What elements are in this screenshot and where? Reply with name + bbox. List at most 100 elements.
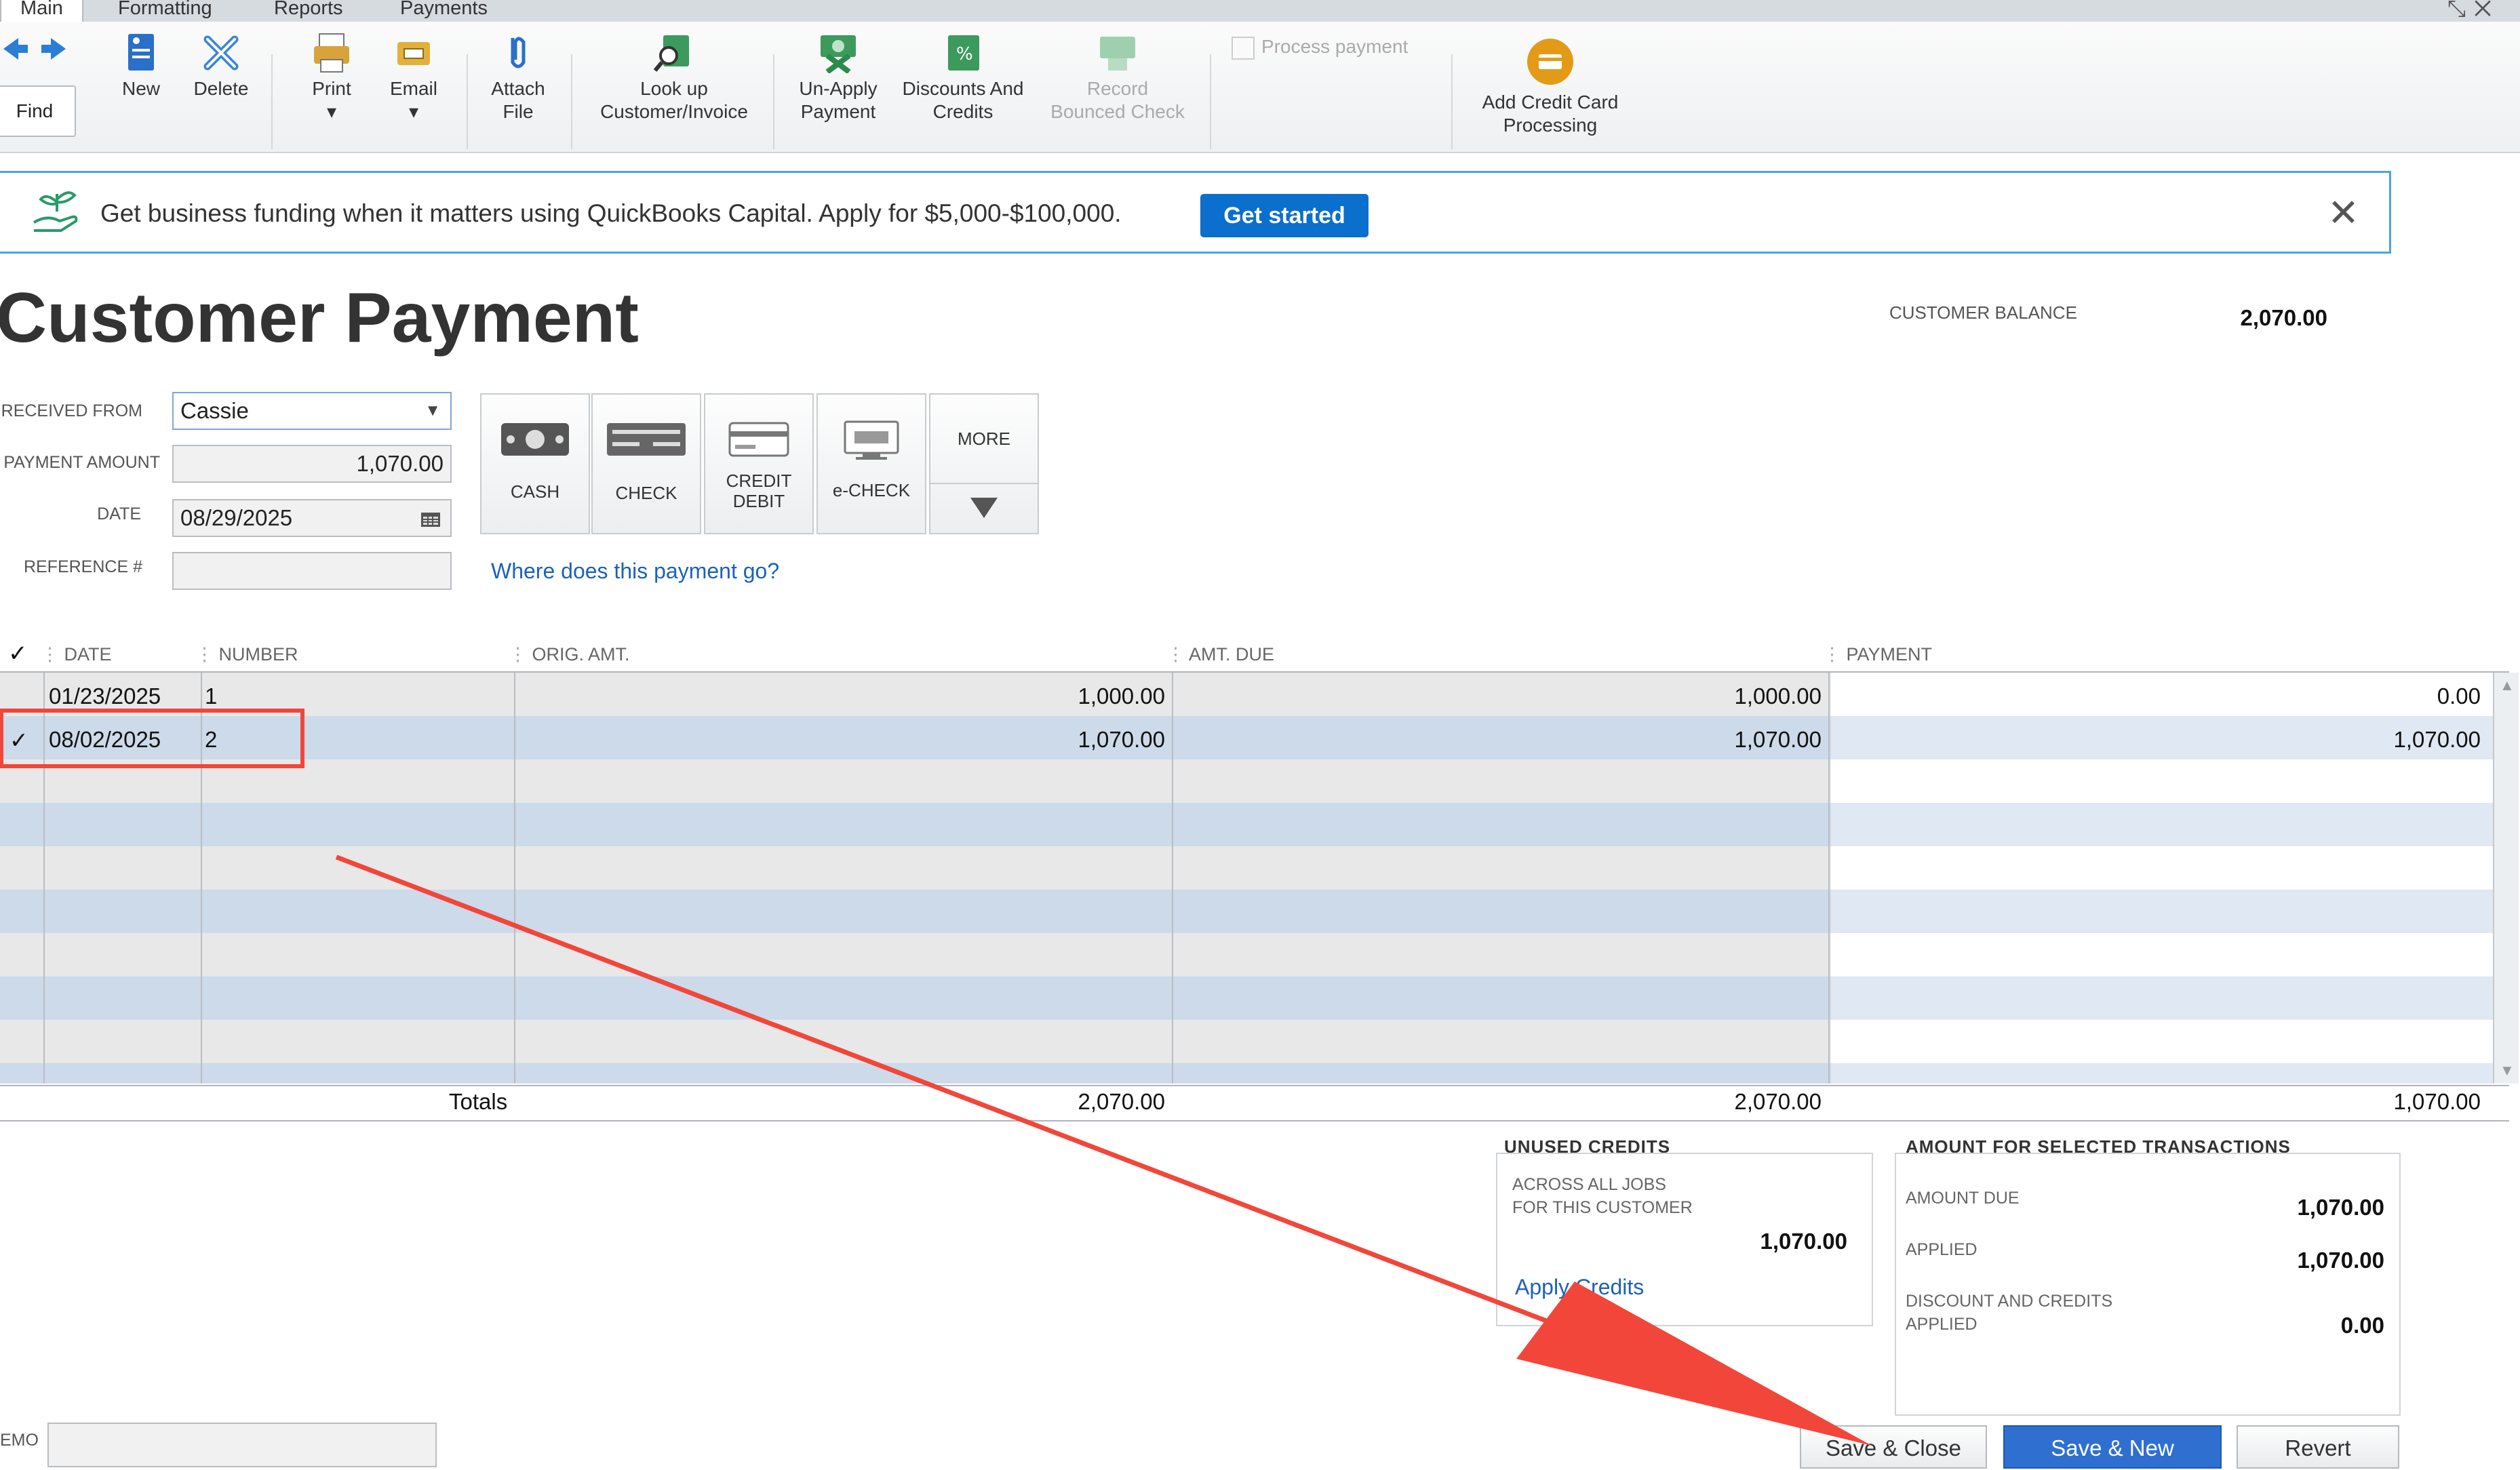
grid-scrollbar[interactable]: ▲ ▼ xyxy=(2493,673,2519,1084)
email-dropdown-icon[interactable]: ▾ xyxy=(409,101,418,122)
tab-main[interactable]: Main xyxy=(0,0,83,22)
toolbar: Find New Delete Print ▾ Email ▾ Attach File… xyxy=(0,22,2520,153)
tab-formatting[interactable]: Formatting xyxy=(99,0,231,22)
save-new-button[interactable]: Save & New xyxy=(2003,1425,2222,1469)
toolbar-separator xyxy=(271,54,273,149)
find-button[interactable]: Find xyxy=(0,85,76,137)
row-check[interactable]: ✓ xyxy=(9,727,28,753)
more-dropdown[interactable] xyxy=(930,483,1038,536)
save-close-button[interactable]: Save & Close xyxy=(1800,1425,1987,1469)
reference-field[interactable] xyxy=(172,552,452,590)
memo-label: EMO xyxy=(0,1431,39,1450)
payment-amount-value: 1,070.00 xyxy=(356,451,444,476)
payment-amount-field[interactable]: 1,070.00 xyxy=(172,445,452,483)
memo-field[interactable] xyxy=(47,1423,437,1467)
close-window-icon[interactable]: ✕ xyxy=(2474,0,2500,22)
discount-value: 0.00 xyxy=(2340,1313,2384,1338)
payment-method-more[interactable]: MORE xyxy=(929,393,1039,534)
record-bounced-check-button[interactable]: Record Bounced Check xyxy=(1042,33,1194,123)
process-payment-checkbox[interactable] xyxy=(1232,36,1255,60)
row-orig-amt: 1,000.00 xyxy=(1078,683,1165,709)
tab-payments[interactable]: Payments xyxy=(381,0,507,22)
header-number-label: NUMBER xyxy=(218,644,298,664)
toolbar-separator xyxy=(571,54,572,149)
row-payment-value[interactable]: 1,070.00 xyxy=(1831,727,2481,753)
payment-method-credit-debit[interactable]: CREDIT DEBIT xyxy=(704,393,814,534)
new-label: New xyxy=(121,78,160,99)
tab-label: Payments xyxy=(400,0,488,19)
tab-label: Reports xyxy=(274,0,343,19)
header-payment[interactable]: ⋮ PAYMENT xyxy=(1823,644,1932,665)
svg-text:%: % xyxy=(956,44,973,64)
header-orig-amt[interactable]: ⋮ ORIG. AMT. xyxy=(509,644,630,665)
echeck-monitor-icon xyxy=(844,420,899,460)
header-check[interactable]: ✓ xyxy=(8,640,28,667)
unapply-payment-button[interactable]: Un-Apply Payment xyxy=(787,33,890,123)
banner-close-icon[interactable]: ✕ xyxy=(2327,191,2359,235)
discounts-label-1: Discounts And xyxy=(902,78,1024,99)
unused-credits-value: 1,070.00 xyxy=(1760,1229,1847,1254)
check-label: CHECK xyxy=(615,483,677,503)
credit-label-2: DEBIT xyxy=(732,491,785,511)
scroll-up-icon[interactable]: ▲ xyxy=(2500,677,2515,694)
row-number: 1 xyxy=(205,683,218,709)
apply-credits-link[interactable]: Apply Credits xyxy=(1515,1275,1644,1300)
header-due-label: AMT. DUE xyxy=(1189,644,1275,664)
header-amt-due[interactable]: ⋮ AMT. DUE xyxy=(1166,644,1274,665)
payment-method-echeck[interactable]: e-CHECK xyxy=(816,393,926,534)
where-does-payment-go-link[interactable]: Where does this payment go? xyxy=(491,559,779,584)
new-button[interactable]: New xyxy=(110,33,172,100)
email-envelope-icon xyxy=(397,42,430,65)
calendar-icon[interactable] xyxy=(420,510,441,528)
window-controls: ⤡✕ xyxy=(2447,0,2500,22)
header-date[interactable]: ⋮ DATE xyxy=(41,644,112,665)
lookup-customer-invoice-button[interactable]: Look up Customer/Invoice xyxy=(593,33,755,123)
unused-credits-label-1: ACROSS ALL JOBS xyxy=(1512,1175,1666,1194)
record-label-1: Record xyxy=(1086,78,1149,99)
payment-method-cash[interactable]: CASH xyxy=(480,393,590,534)
payment-method-check[interactable]: CHECK xyxy=(591,393,701,534)
totals-orig-amt: 2,070.00 xyxy=(1078,1089,1165,1114)
discounts-label-2: Credits xyxy=(932,101,993,122)
nav-arrows[interactable] xyxy=(0,35,72,66)
prev-next-arrows-icon[interactable] xyxy=(1,35,68,62)
triangle-down-icon xyxy=(970,498,998,518)
column-divider xyxy=(43,673,45,1084)
scroll-down-icon[interactable]: ▼ xyxy=(2500,1062,2515,1079)
attach-file-button[interactable]: Attach File xyxy=(483,33,553,123)
email-label: Email xyxy=(389,78,437,99)
process-payment-toggle[interactable]: Process payment xyxy=(1232,35,1435,60)
row-payment-value[interactable]: 0.00 xyxy=(1831,683,2481,709)
date-field[interactable]: 08/29/2025 xyxy=(172,499,452,537)
get-started-button[interactable]: Get started xyxy=(1200,194,1369,237)
tab-reports[interactable]: Reports xyxy=(255,0,362,22)
process-payment-label: Process payment xyxy=(1261,36,1409,57)
totals-amt-due: 2,070.00 xyxy=(1734,1089,1822,1114)
amount-due-label: AMOUNT DUE xyxy=(1906,1189,2020,1208)
credit-label-1: CREDIT xyxy=(726,471,792,491)
header-number[interactable]: ⋮ NUMBER xyxy=(195,644,298,665)
received-from-dropdown[interactable]: Cassie ▼ xyxy=(172,392,452,430)
chevron-down-icon[interactable]: ▼ xyxy=(425,393,441,429)
new-document-icon xyxy=(128,34,154,71)
revert-button[interactable]: Revert xyxy=(2237,1425,2399,1469)
row-number: 2 xyxy=(205,727,218,752)
email-button[interactable]: Email ▾ xyxy=(381,33,446,123)
customer-balance-label: CUSTOMER BALANCE xyxy=(1889,302,2077,323)
column-divider xyxy=(514,673,515,1084)
column-divider xyxy=(201,673,202,1084)
discounts-credits-button[interactable]: % Discounts And Credits xyxy=(892,33,1033,123)
find-label: Find xyxy=(16,100,54,121)
credit-card-coin-icon xyxy=(1527,39,1573,85)
unapply-label-2: Payment xyxy=(800,101,876,122)
payment-column-fill xyxy=(1831,759,2493,1084)
echeck-label: e-CHECK xyxy=(832,480,911,500)
toolbar-separator xyxy=(467,54,468,149)
received-from-value: Cassie xyxy=(180,398,249,423)
unapply-label-1: Un-Apply xyxy=(799,78,878,99)
print-dropdown-icon[interactable]: ▾ xyxy=(327,101,336,122)
restore-icon[interactable]: ⤡ xyxy=(2447,0,2474,22)
print-button[interactable]: Print ▾ xyxy=(301,33,362,123)
add-credit-card-processing-button[interactable]: Add Credit Card Processing xyxy=(1462,37,1638,137)
delete-button[interactable]: Delete xyxy=(187,33,255,100)
